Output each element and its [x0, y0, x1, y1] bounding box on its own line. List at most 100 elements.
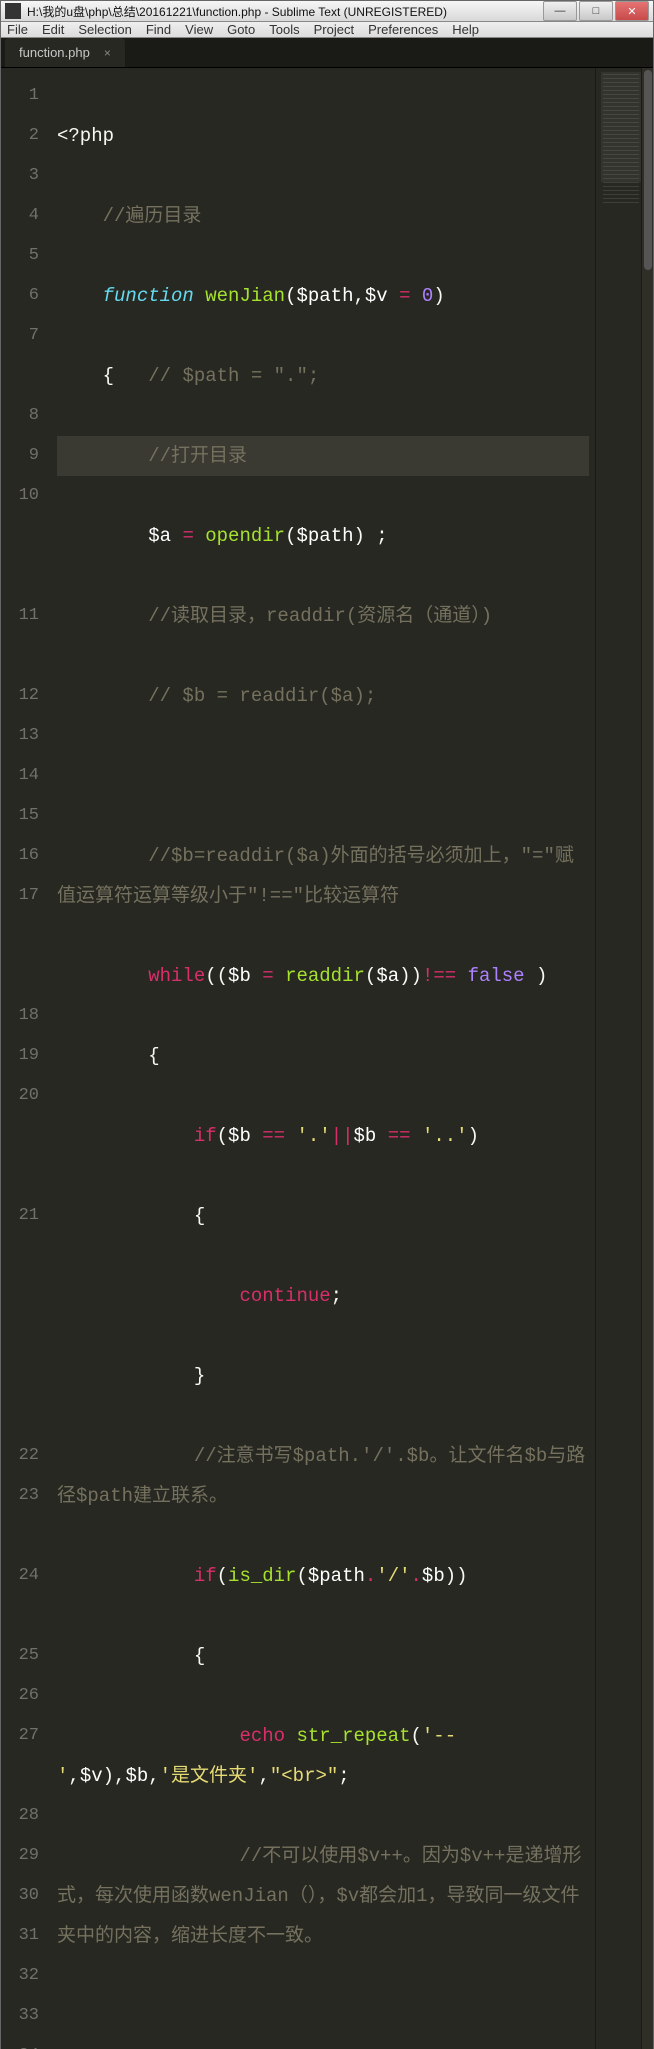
line-number: 26 [5, 1676, 39, 1716]
code-area[interactable]: <?php //遍历目录 function wenJian($path,$v =… [49, 68, 595, 2049]
maximize-button[interactable]: □ [579, 1, 613, 21]
op-eqeq: == [388, 1125, 411, 1147]
str-dotdot: '..' [422, 1125, 468, 1147]
menu-goto[interactable]: Goto [227, 22, 255, 37]
tab-file[interactable]: function.php × [5, 38, 125, 67]
var-b: $b [228, 965, 251, 987]
var-b: $b [354, 1125, 377, 1147]
comment: //打开目录 [148, 445, 247, 467]
line-number: 29 [5, 1836, 39, 1876]
comment: //遍历目录 [103, 205, 202, 227]
line-number: 7 [5, 316, 39, 396]
var-b: $b [422, 1565, 445, 1587]
fn-readdir: readdir [285, 965, 365, 987]
close-button[interactable]: ✕ [615, 1, 649, 21]
line-number: 2 [5, 116, 39, 156]
line-number: 25 [5, 1636, 39, 1676]
line-number: 33 [5, 1996, 39, 2036]
kw-if: if [194, 1125, 217, 1147]
fn-isdir: is_dir [228, 1565, 296, 1587]
line-number: 15 [5, 796, 39, 836]
line-number: 23 [5, 1476, 39, 1556]
op-neq: !== [422, 965, 456, 987]
tag-open: <?php [57, 125, 114, 147]
menu-view[interactable]: View [185, 22, 213, 37]
comment: // $b = readdir($a); [148, 685, 376, 707]
fn-opendir: opendir [205, 525, 285, 547]
comment: //注意书写$path.'/'.$b。让文件名$b与路径$path建立联系。 [57, 1445, 585, 1507]
line-number: 8 [5, 396, 39, 436]
op-or: || [331, 1125, 354, 1147]
line-number: 28 [5, 1796, 39, 1836]
op-eqeq: == [262, 1125, 285, 1147]
str-dot: '.' [296, 1125, 330, 1147]
line-number: 12 [5, 676, 39, 716]
op-eq: = [399, 285, 410, 307]
comment: // $path = "."; [148, 365, 319, 387]
param-path: $path [296, 285, 353, 307]
window-title: H:\我的u盘\php\总结\20161221\function.php - S… [27, 3, 543, 20]
str-br: "<br>" [270, 1765, 338, 1787]
kw-while: while [148, 965, 205, 987]
comment: //不可以使用$v++。因为$v++是递增形式，每次使用函数wenJian（），… [57, 1845, 581, 1947]
menu-help[interactable]: Help [452, 22, 479, 37]
vertical-scrollbar[interactable] [641, 68, 653, 2049]
scrollbar-thumb[interactable] [644, 70, 652, 270]
line-number: 18 [5, 996, 39, 1036]
line-number: 32 [5, 1956, 39, 1996]
editor: 1234567891011121314151617181920212223242… [1, 68, 653, 2049]
op-concat: . [365, 1565, 376, 1587]
menu-selection[interactable]: Selection [78, 22, 131, 37]
menu-file[interactable]: File [7, 22, 28, 37]
line-number: 30 [5, 1876, 39, 1916]
line-number: 14 [5, 756, 39, 796]
kw-continue: continue [239, 1285, 330, 1307]
op-eq: = [262, 965, 273, 987]
fn-strrepeat: str_repeat [296, 1725, 410, 1747]
param-v: $v [365, 285, 388, 307]
line-number: 11 [5, 596, 39, 676]
var-path: $path [296, 525, 353, 547]
var-a: $a [376, 965, 399, 987]
kw-function: function [103, 285, 194, 307]
comment: //$b=readdir($a)外面的括号必须加上，"="赋值运算符运算等级小于… [57, 845, 574, 907]
menu-tools[interactable]: Tools [269, 22, 299, 37]
titlebar: H:\我的u盘\php\总结\20161221\function.php - S… [1, 1, 653, 22]
line-number: 19 [5, 1036, 39, 1076]
kw-if: if [194, 1565, 217, 1587]
var-a: $a [148, 525, 171, 547]
tab-bar: function.php × [1, 38, 653, 68]
var-b: $b [228, 1125, 251, 1147]
line-number: 5 [5, 236, 39, 276]
line-number: 6 [5, 276, 39, 316]
tab-close-icon[interactable]: × [104, 46, 111, 60]
line-number: 24 [5, 1556, 39, 1636]
window-controls: — □ ✕ [543, 1, 649, 21]
line-number: 9 [5, 436, 39, 476]
kw-echo: echo [239, 1725, 285, 1747]
menu-preferences[interactable]: Preferences [368, 22, 438, 37]
num-zero: 0 [422, 285, 433, 307]
tab-label: function.php [19, 45, 90, 60]
line-number: 10 [5, 476, 39, 596]
minimap[interactable] [595, 68, 641, 2049]
minimap-viewport[interactable] [601, 72, 641, 182]
menu-edit[interactable]: Edit [42, 22, 64, 37]
gutter: 1234567891011121314151617181920212223242… [1, 68, 49, 2049]
line-number: 13 [5, 716, 39, 756]
op-eq: = [182, 525, 193, 547]
str-slash: '/' [376, 1565, 410, 1587]
var-b: $b [125, 1765, 148, 1787]
op-concat: . [411, 1565, 422, 1587]
minimize-button[interactable]: — [543, 1, 577, 21]
line-number: 16 [5, 836, 39, 876]
var-v: $v [80, 1765, 103, 1787]
line-number: 17 [5, 876, 39, 996]
kw-false: false [468, 965, 525, 987]
menubar: File Edit Selection Find View Goto Tools… [1, 22, 653, 38]
line-number: 22 [5, 1436, 39, 1476]
menu-project[interactable]: Project [314, 22, 354, 37]
menu-find[interactable]: Find [146, 22, 171, 37]
str-folder: '是文件夹' [160, 1765, 259, 1787]
var-path: $path [308, 1565, 365, 1587]
